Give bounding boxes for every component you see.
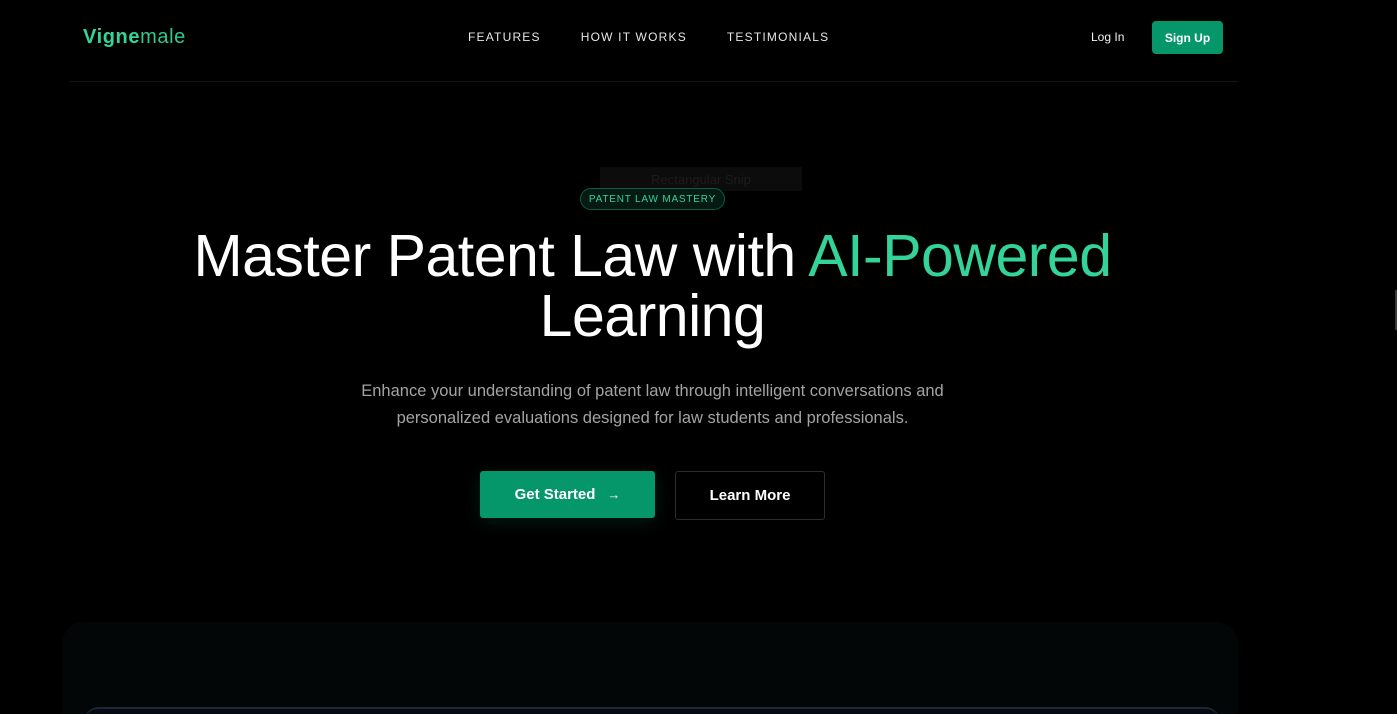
nav-links: FEATURES HOW IT WORKS TESTIMONIALS	[468, 30, 829, 44]
hero-subtitle: Enhance your understanding of patent law…	[340, 378, 965, 432]
subtitle-line2: personalized evaluations designed for la…	[396, 409, 909, 427]
login-link[interactable]: Log In	[1091, 30, 1124, 44]
page: Vignemale FEATURES HOW IT WORKS TESTIMON…	[0, 0, 1397, 714]
headline-line2: Learning	[539, 283, 766, 349]
top-nav: Vignemale FEATURES HOW IT WORKS TESTIMON…	[70, 0, 1238, 82]
brand-part2: male	[140, 26, 186, 48]
brand-logo[interactable]: Vignemale	[83, 26, 186, 49]
arrow-right-icon: →	[607, 487, 621, 502]
nav-link-testimonials[interactable]: TESTIMONIALS	[727, 30, 829, 44]
brand-part1: Vigne	[83, 26, 141, 48]
headline-accent: AI-Powered	[808, 223, 1112, 289]
signup-button[interactable]: Sign Up	[1152, 21, 1223, 54]
nav-link-features[interactable]: FEATURES	[468, 30, 541, 44]
headline-plain: Master Patent Law with	[193, 223, 809, 289]
nav-link-how-it-works[interactable]: HOW IT WORKS	[581, 30, 687, 44]
hero-headline: Master Patent Law with AI-Powered Learni…	[0, 226, 1305, 346]
preview-panel	[62, 622, 1238, 714]
preview-card	[84, 707, 1220, 714]
get-started-label: Get Started	[514, 486, 596, 503]
scrollbar-track[interactable]	[1383, 0, 1397, 714]
subtitle-line1: Enhance your understanding of patent law…	[361, 382, 944, 400]
hero-badge: PATENT LAW MASTERY	[580, 188, 725, 210]
get-started-button[interactable]: Get Started →	[480, 471, 655, 518]
learn-more-button[interactable]: Learn More	[675, 471, 825, 520]
